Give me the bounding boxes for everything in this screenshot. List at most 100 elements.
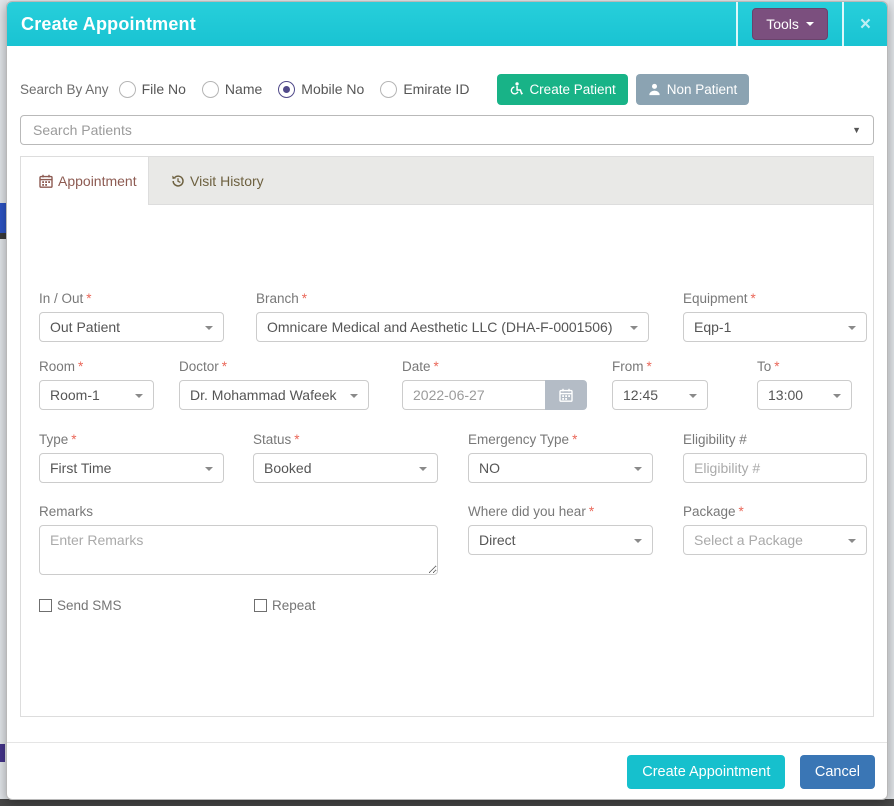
from-value: 12:45 [623, 387, 658, 403]
modal-title: Create Appointment [21, 14, 196, 35]
header-controls: Tools × [736, 2, 873, 46]
required-asterisk: * [78, 359, 83, 374]
create-patient-button[interactable]: Create Patient [497, 74, 627, 105]
equipment-select[interactable]: Eqp-1 [683, 312, 867, 342]
field-doctor: Doctor* Dr. Mohammad Wafeek ... [179, 359, 369, 410]
package-label: Package* [683, 504, 867, 519]
cancel-button[interactable]: Cancel [800, 755, 875, 789]
caret-down-icon [848, 326, 856, 330]
radio-name[interactable]: Name [202, 81, 262, 98]
field-branch: Branch* Omnicare Medical and Aesthetic L… [256, 291, 649, 342]
non-patient-button[interactable]: Non Patient [636, 74, 750, 105]
create-appointment-button[interactable]: Create Appointment [627, 755, 785, 789]
calendar-button[interactable] [545, 380, 587, 410]
in-out-value: Out Patient [50, 319, 120, 335]
room-select[interactable]: Room-1 [39, 380, 154, 410]
field-to: To* 13:00 [757, 359, 852, 410]
emergency-type-value: NO [479, 460, 500, 476]
radio-file-no[interactable]: File No [119, 81, 186, 98]
required-asterisk: * [222, 359, 227, 374]
radio-emirate-id-label: Emirate ID [403, 81, 469, 97]
modal-header: Create Appointment Tools × [7, 2, 887, 46]
status-value: Booked [264, 460, 311, 476]
where-did-you-hear-value: Direct [479, 532, 516, 548]
tab-visit-history-label: Visit History [190, 173, 264, 189]
type-select[interactable]: First Time [39, 453, 224, 483]
required-asterisk: * [86, 291, 91, 306]
from-select[interactable]: 12:45 [612, 380, 708, 410]
repeat-checkbox[interactable]: Repeat [254, 598, 316, 613]
branch-value: Omnicare Medical and Aesthetic LLC (DHA-… [267, 319, 613, 335]
caret-down-icon [135, 394, 143, 398]
status-label: Status* [253, 432, 438, 447]
wheelchair-icon [509, 82, 523, 96]
tab-visit-history[interactable]: Visit History [149, 157, 286, 204]
radio-mobile-no[interactable]: Mobile No [278, 81, 364, 98]
doctor-label: Doctor* [179, 359, 369, 374]
caret-down-icon [806, 22, 814, 26]
caret-down-icon [350, 394, 358, 398]
caret-down-icon [419, 467, 427, 471]
caret-down-icon [634, 467, 642, 471]
checkbox-icon [39, 599, 52, 612]
branch-label: Branch* [256, 291, 649, 306]
radio-emirate-id[interactable]: Emirate ID [380, 81, 469, 98]
search-patients-select[interactable]: Search Patients ▼ [20, 115, 874, 145]
page-background-right [889, 0, 894, 806]
type-label: Type* [39, 432, 224, 447]
package-select[interactable]: Select a Package [683, 525, 867, 555]
branch-select[interactable]: Omnicare Medical and Aesthetic LLC (DHA-… [256, 312, 649, 342]
field-status: Status* Booked [253, 432, 438, 483]
send-sms-checkbox[interactable]: Send SMS [39, 598, 122, 613]
field-date: Date* [402, 359, 587, 410]
tab-strip: Appointment Visit History [21, 157, 873, 205]
tools-button[interactable]: Tools [752, 8, 828, 40]
close-button[interactable]: × [860, 15, 871, 34]
send-sms-label: Send SMS [57, 598, 122, 613]
required-asterisk: * [572, 432, 577, 447]
modal-body: Search By Any File No Name Mobile No Emi… [7, 74, 887, 717]
search-by-row: Search By Any File No Name Mobile No Emi… [20, 74, 874, 104]
appointment-panel: Appointment Visit History In / Out* [20, 156, 874, 717]
caret-down-icon: ▼ [852, 125, 861, 135]
date-input[interactable] [402, 380, 545, 410]
radio-circle-icon [380, 81, 397, 98]
required-asterisk: * [434, 359, 439, 374]
doctor-select[interactable]: Dr. Mohammad Wafeek ... [179, 380, 369, 410]
header-divider [736, 2, 738, 46]
header-divider [842, 2, 844, 46]
calendar-icon [559, 388, 573, 402]
field-in-out: In / Out* Out Patient [39, 291, 224, 342]
radio-name-label: Name [225, 81, 262, 97]
date-label: Date* [402, 359, 587, 374]
tab-appointment-label: Appointment [58, 173, 137, 189]
create-appointment-modal: Create Appointment Tools × Search By Any… [6, 1, 888, 800]
required-asterisk: * [589, 504, 594, 519]
eligibility-input[interactable] [683, 453, 867, 483]
from-label: From* [612, 359, 708, 374]
required-asterisk: * [739, 504, 744, 519]
radio-circle-icon [278, 81, 295, 98]
status-select[interactable]: Booked [253, 453, 438, 483]
background-fragment [0, 744, 5, 762]
to-select[interactable]: 13:00 [757, 380, 852, 410]
required-asterisk: * [302, 291, 307, 306]
field-from: From* 12:45 [612, 359, 708, 410]
remarks-textarea[interactable] [39, 525, 438, 575]
date-group [402, 380, 587, 410]
in-out-select[interactable]: Out Patient [39, 312, 224, 342]
doctor-value: Dr. Mohammad Wafeek ... [190, 387, 340, 403]
where-did-you-hear-select[interactable]: Direct [468, 525, 653, 555]
tools-label: Tools [766, 16, 799, 32]
caret-down-icon [848, 539, 856, 543]
radio-circle-icon [119, 81, 136, 98]
radio-mobile-no-label: Mobile No [301, 81, 364, 97]
emergency-type-label: Emergency Type* [468, 432, 653, 447]
to-label: To* [757, 359, 852, 374]
emergency-type-select[interactable]: NO [468, 453, 653, 483]
search-patients-placeholder: Search Patients [33, 122, 132, 138]
package-placeholder: Select a Package [694, 532, 803, 548]
room-label: Room* [39, 359, 154, 374]
tab-appointment[interactable]: Appointment [21, 157, 149, 205]
field-remarks: Remarks [39, 504, 438, 580]
